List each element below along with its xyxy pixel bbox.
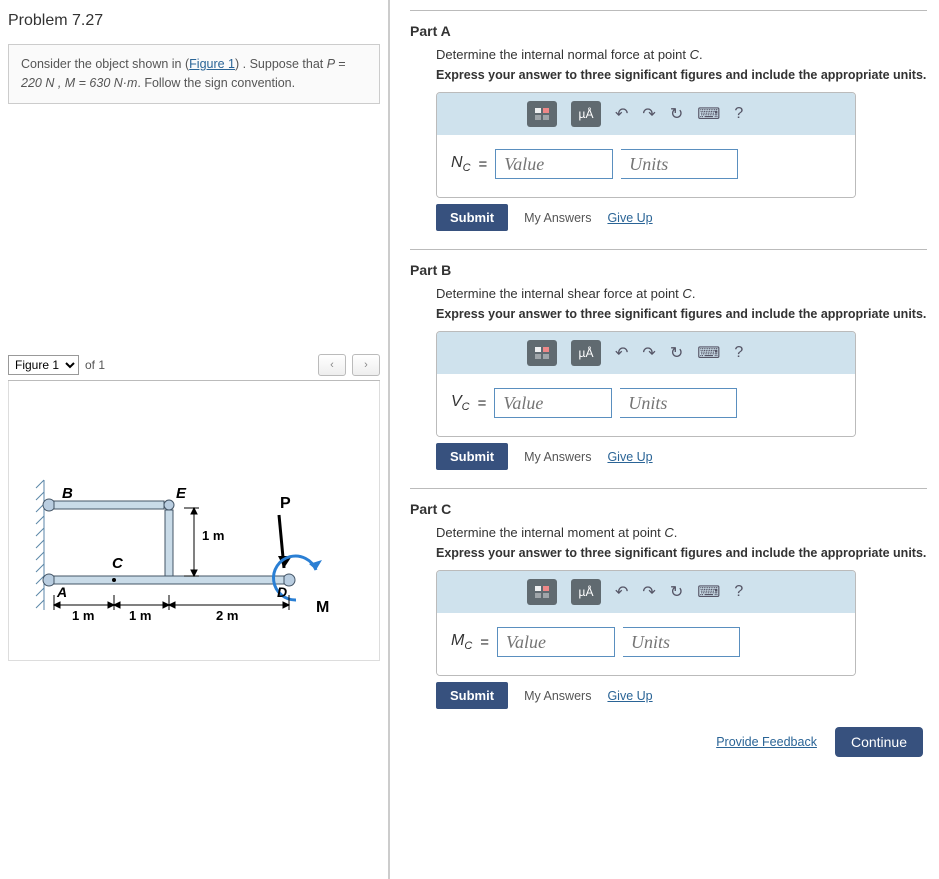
help-icon[interactable]: ?: [734, 344, 743, 362]
submit-button-c[interactable]: Submit: [436, 682, 508, 709]
part-b-desc: Determine the internal shear force at po…: [436, 286, 927, 301]
svg-text:M: M: [316, 599, 329, 616]
continue-button[interactable]: Continue: [835, 727, 923, 757]
units-icon[interactable]: µÅ: [571, 340, 601, 366]
intro-text-pre: Consider the object shown in (: [21, 57, 189, 71]
provide-feedback-link[interactable]: Provide Feedback: [716, 735, 817, 749]
help-icon[interactable]: ?: [734, 583, 743, 601]
svg-text:1 m: 1 m: [72, 608, 94, 623]
part-b-instr: Express your answer to three significant…: [436, 307, 927, 321]
var-label-b: VC: [451, 393, 470, 413]
svg-text:D: D: [277, 584, 287, 600]
submit-button-b[interactable]: Submit: [436, 443, 508, 470]
problem-intro: Consider the object shown in (Figure 1) …: [8, 44, 380, 104]
my-answers-label: My Answers: [524, 689, 591, 703]
equals-sign: =: [480, 634, 489, 651]
answer-box-a: µÅ ↶ ↷ ↻ ⌨ ? NC =: [436, 92, 856, 198]
units-input-a[interactable]: [621, 149, 738, 179]
figure-image: B E P C A D M 1 m 1 m 1 m 2 m: [8, 381, 380, 661]
help-icon[interactable]: ?: [734, 105, 743, 123]
reset-icon[interactable]: ↻: [670, 104, 683, 124]
give-up-link-c[interactable]: Give Up: [607, 689, 652, 703]
part-b: Part B Determine the internal shear forc…: [410, 262, 927, 470]
svg-text:1 m: 1 m: [129, 608, 151, 623]
undo-icon[interactable]: ↶: [615, 104, 628, 124]
reset-icon[interactable]: ↻: [670, 343, 683, 363]
undo-icon[interactable]: ↶: [615, 343, 628, 363]
keyboard-icon[interactable]: ⌨: [697, 104, 720, 124]
figure-next-button[interactable]: ›: [352, 354, 380, 376]
part-c-instr: Express your answer to three significant…: [436, 546, 927, 560]
units-input-b[interactable]: [620, 388, 737, 418]
figure-count: of 1: [85, 358, 105, 372]
submit-button-a[interactable]: Submit: [436, 204, 508, 231]
keyboard-icon[interactable]: ⌨: [697, 582, 720, 602]
equals-sign: =: [478, 395, 487, 412]
value-input-b[interactable]: [494, 388, 612, 418]
svg-text:2 m: 2 m: [216, 608, 238, 623]
part-a: Part A Determine the internal normal for…: [410, 23, 927, 231]
figure-select[interactable]: Figure 1: [8, 355, 79, 375]
part-b-title: Part B: [410, 262, 927, 278]
part-c-desc: Determine the internal moment at point C…: [436, 525, 927, 540]
my-answers-label: My Answers: [524, 211, 591, 225]
template-icon[interactable]: [527, 340, 557, 366]
give-up-link-b[interactable]: Give Up: [607, 450, 652, 464]
var-label-c: MC: [451, 632, 472, 652]
figure-toolbar: Figure 1 of 1 ‹ ›: [8, 354, 380, 381]
svg-text:A: A: [56, 584, 67, 600]
units-input-c[interactable]: [623, 627, 740, 657]
redo-icon[interactable]: ↷: [642, 343, 655, 363]
figure-prev-button[interactable]: ‹: [318, 354, 346, 376]
part-c: Part C Determine the internal moment at …: [410, 501, 927, 709]
value-input-a[interactable]: [495, 149, 613, 179]
svg-text:B: B: [62, 485, 73, 502]
units-icon[interactable]: µÅ: [571, 101, 601, 127]
units-icon[interactable]: µÅ: [571, 579, 601, 605]
redo-icon[interactable]: ↷: [642, 104, 655, 124]
intro-text-post: ) . Suppose that: [235, 57, 327, 71]
svg-text:E: E: [176, 485, 187, 502]
figure-link[interactable]: Figure 1: [189, 57, 235, 71]
svg-text:P: P: [280, 495, 291, 512]
svg-text:C: C: [112, 555, 124, 572]
redo-icon[interactable]: ↷: [642, 582, 655, 602]
part-a-instr: Express your answer to three significant…: [436, 68, 927, 82]
part-c-title: Part C: [410, 501, 927, 517]
reset-icon[interactable]: ↻: [670, 582, 683, 602]
template-icon[interactable]: [527, 101, 557, 127]
intro-tail: . Follow the sign convention.: [137, 76, 295, 90]
value-input-c[interactable]: [497, 627, 615, 657]
part-a-desc: Determine the internal normal force at p…: [436, 47, 927, 62]
equals-sign: =: [479, 156, 488, 173]
var-label-a: NC: [451, 154, 471, 174]
svg-text:1 m: 1 m: [202, 528, 224, 543]
answer-box-b: µÅ ↶ ↷ ↻ ⌨ ? VC =: [436, 331, 856, 437]
my-answers-label: My Answers: [524, 450, 591, 464]
keyboard-icon[interactable]: ⌨: [697, 343, 720, 363]
undo-icon[interactable]: ↶: [615, 582, 628, 602]
part-a-title: Part A: [410, 23, 927, 39]
answer-box-c: µÅ ↶ ↷ ↻ ⌨ ? MC =: [436, 570, 856, 676]
problem-title: Problem 7.27: [8, 12, 380, 30]
give-up-link-a[interactable]: Give Up: [607, 211, 652, 225]
template-icon[interactable]: [527, 579, 557, 605]
